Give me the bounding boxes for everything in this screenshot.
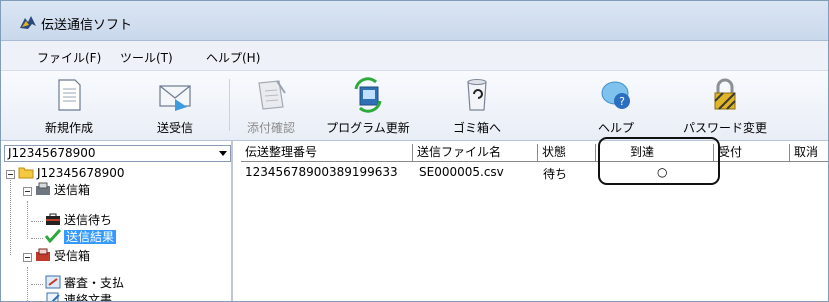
tree-outbox-label: 送信箱 <box>54 183 91 197</box>
tree-line <box>31 284 43 285</box>
app-icon <box>20 16 36 29</box>
tree-item-waiting-label: 送信待ち <box>64 213 113 227</box>
title-bar: 伝送通信ソフト <box>1 1 828 41</box>
document-icon <box>58 79 81 111</box>
svg-text:?: ? <box>619 95 625 108</box>
tree-line <box>31 238 43 239</box>
tree-item-waiting[interactable]: 送信待ち <box>45 212 112 229</box>
document-pen-icon <box>46 292 60 301</box>
folder-pane: J12345678900 J12345678900 送信箱 送信待ち 送信結果 … <box>1 141 233 302</box>
attachment-check-label: 添付確認 <box>246 121 295 135</box>
menu-tools[interactable]: ツール(T) <box>120 49 173 66</box>
folder-icon <box>18 167 34 179</box>
tree-root[interactable]: J12345678900 <box>18 165 125 182</box>
tree-line <box>31 221 43 222</box>
chevron-down-icon[interactable] <box>219 151 227 156</box>
attachment-check-icon <box>258 80 286 110</box>
envelope-icon <box>159 85 191 111</box>
column-header-file[interactable]: 送信ファイル名 <box>413 144 538 162</box>
table-cell-status[interactable]: 待ち <box>543 165 567 182</box>
new-button-label: 新規作成 <box>44 121 93 135</box>
account-select-value: J12345678900 <box>8 146 96 160</box>
app-window: 伝送通信ソフト ファイル(F) ツール(T) ヘルプ(H) 新規作成 送受信 添… <box>0 0 829 302</box>
collapse-inbox-toggle[interactable] <box>23 253 32 262</box>
tree-inbox[interactable]: 受信箱 <box>35 248 90 265</box>
account-select[interactable]: J12345678900 <box>4 145 231 162</box>
toolbar-separator <box>229 79 230 131</box>
tree-item-review-label: 審査・支払 <box>64 276 125 290</box>
table-cell-number[interactable]: 12345678900389199633 <box>245 165 398 179</box>
window-title: 伝送通信ソフト <box>41 18 133 33</box>
tree-line <box>27 201 28 239</box>
toolbar: 新規作成 送受信 添付確認 プログラム更新 ゴミ箱へ ? ヘルプ パスワード変更 <box>1 71 828 141</box>
help-button[interactable]: ? ヘルプ <box>591 75 641 137</box>
tree-root-label: J12345678900 <box>37 166 125 180</box>
tree-line <box>27 267 28 301</box>
tree-outbox[interactable]: 送信箱 <box>35 182 90 199</box>
collapse-root-toggle[interactable] <box>6 170 15 179</box>
outbox-icon <box>36 182 50 195</box>
column-header-status[interactable]: 状態 <box>538 144 596 162</box>
tree-item-notices[interactable]: 連絡文書 <box>45 292 113 302</box>
lock-icon <box>714 78 736 110</box>
column-header-cancel[interactable]: 取消 <box>790 144 828 162</box>
review-icon <box>45 275 61 289</box>
column-header-number[interactable]: 伝送整理番号 <box>241 144 413 162</box>
tree-item-review[interactable]: 審査・支払 <box>45 275 124 292</box>
change-password-button[interactable]: パスワード変更 <box>675 75 775 137</box>
new-button[interactable]: 新規作成 <box>31 75 107 137</box>
trash-icon <box>467 79 487 111</box>
trash-button[interactable]: ゴミ箱へ <box>447 75 507 137</box>
program-update-label: プログラム更新 <box>326 121 410 135</box>
menu-file[interactable]: ファイル(F) <box>37 49 101 66</box>
tree-item-results[interactable]: 送信結果 <box>45 229 117 246</box>
column-header-accepted[interactable]: 受付 <box>714 144 790 162</box>
menu-help[interactable]: ヘルプ(H) <box>206 49 260 66</box>
highlight-annotation <box>598 137 720 185</box>
tree-item-results-label: 送信結果 <box>64 230 117 244</box>
tree-item-notices-label: 連絡文書 <box>64 293 113 302</box>
table-cell-file[interactable]: SE000005.csv <box>419 165 504 179</box>
attachment-check-button[interactable]: 添付確認 <box>239 75 303 137</box>
menu-bar: ファイル(F) ツール(T) ヘルプ(H) <box>1 41 828 71</box>
results-list: 伝送整理番号 送信ファイル名 状態 到達 受付 取消 1234567890038… <box>235 141 828 301</box>
program-update-icon <box>354 77 382 113</box>
send-receive-button[interactable]: 送受信 <box>139 75 211 137</box>
briefcase-icon <box>46 213 60 225</box>
trash-label: ゴミ箱へ <box>452 121 501 135</box>
help-icon: ? <box>601 81 630 109</box>
program-update-button[interactable]: プログラム更新 <box>319 75 417 137</box>
collapse-outbox-toggle[interactable] <box>23 187 32 196</box>
tree-inbox-label: 受信箱 <box>54 249 91 263</box>
inbox-icon <box>36 248 50 261</box>
help-label: ヘルプ <box>597 121 634 135</box>
checkmark-icon <box>45 229 61 243</box>
send-receive-label: 送受信 <box>156 121 193 135</box>
tree-line <box>10 177 11 255</box>
change-password-label: パスワード変更 <box>682 121 767 135</box>
